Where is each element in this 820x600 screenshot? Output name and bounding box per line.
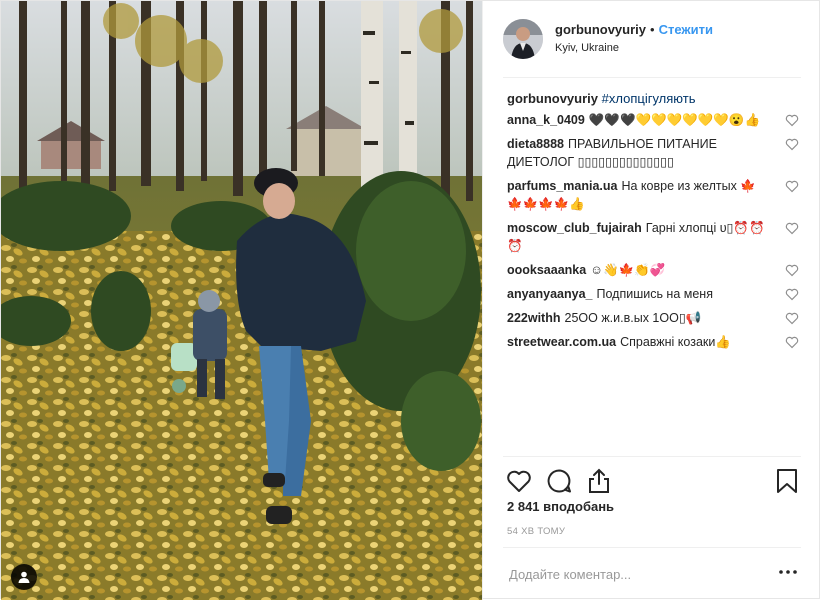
share-icon[interactable] [585,467,613,495]
comment-item: parfums_mania.ua На ковре из желтых 🍁🍁🍁🍁🍁… [507,177,801,213]
comment-item: moscow_club_fujairah Гарні хлопці ᴜ▯⏰⏰⏰ [507,219,801,255]
comment-username[interactable]: parfums_mania.ua [507,179,617,193]
comment-text: ☺👋🍁👏💞 [590,263,666,277]
likes-count[interactable]: 2 841 вподобань [507,499,614,514]
post-photo[interactable] [1,1,482,600]
comment-username[interactable]: streetwear.com.ua [507,335,616,349]
comment-item: dieta8888 ПРАВИЛЬНОЕ ПИТАНИЕ ДИЕТОЛОГ ▯▯▯… [507,135,801,171]
user-tag-button[interactable] [11,564,37,590]
avatar[interactable] [503,19,543,59]
comment-text: Справжні козаки👍 [620,335,731,349]
comment-username[interactable]: dieta8888 [507,137,564,151]
comment-item: anyanyaanya_ Подпишись на меня [507,285,801,303]
user-tag-icon [18,571,30,583]
comment-like-heart-icon[interactable] [785,263,799,277]
comment-text: Подпишись на меня [596,287,713,301]
add-comment-section [503,547,801,600]
comment-item: streetwear.com.ua Справжні козаки👍 [507,333,801,351]
post-timestamp[interactable]: 54 ХВ ТОМУ [507,526,565,537]
post-sidebar: gorbunovyuriy • Стежити Kyiv, Ukraine gorb… [482,1,820,600]
comments-list: gorbunovyuriy #хлопцігуляють anna_k_0409… [507,89,801,357]
comment-item: 222withh 25OO ж.и.в.ых 1OO▯📢 [507,309,801,327]
comment-like-heart-icon[interactable] [785,113,799,127]
comment-username[interactable]: anna_k_0409 [507,113,585,127]
comment-like-heart-icon[interactable] [785,335,799,349]
comment-username[interactable]: 222withh [507,311,561,325]
post-location[interactable]: Kyiv, Ukraine [555,39,713,57]
heart-icon[interactable] [505,467,533,495]
comment-like-heart-icon[interactable] [785,311,799,325]
comment-text: 25OO ж.и.в.ых 1OO▯📢 [564,311,702,325]
comment-username[interactable]: oooksaaanka [507,263,586,277]
comment-like-heart-icon[interactable] [785,137,799,151]
bookmark-icon[interactable] [773,467,801,495]
header-separator: • [650,22,655,37]
post-header: gorbunovyuriy • Стежити Kyiv, Ukraine [503,1,801,78]
comment-item: oooksaaanka ☺👋🍁👏💞 [507,261,801,279]
more-options-icon [779,570,797,574]
header-username[interactable]: gorbunovyuriy [555,22,646,37]
follow-button[interactable]: Стежити [659,22,713,37]
comment-bubble-icon[interactable] [545,467,573,495]
comment-like-heart-icon[interactable] [785,179,799,193]
comment-item: anna_k_0409 🖤🖤🖤💛💛💛💛💛💛😮👍 [507,111,801,129]
caption-username[interactable]: gorbunovyuriy [507,91,598,106]
instagram-post: gorbunovyuriy • Стежити Kyiv, Ukraine gorb… [0,0,820,600]
more-options-button[interactable] [777,561,799,583]
comment-like-heart-icon[interactable] [785,221,799,235]
post-caption: gorbunovyuriy #хлопцігуляють [507,89,801,109]
add-comment-input[interactable] [507,562,751,586]
comment-like-heart-icon[interactable] [785,287,799,301]
comment-text: 🖤🖤🖤💛💛💛💛💛💛😮👍 [588,113,761,127]
comment-username[interactable]: moscow_club_fujairah [507,221,642,235]
comment-username[interactable]: anyanyaanya_ [507,287,592,301]
caption-hashtag[interactable]: #хлопцігуляють [602,91,696,106]
